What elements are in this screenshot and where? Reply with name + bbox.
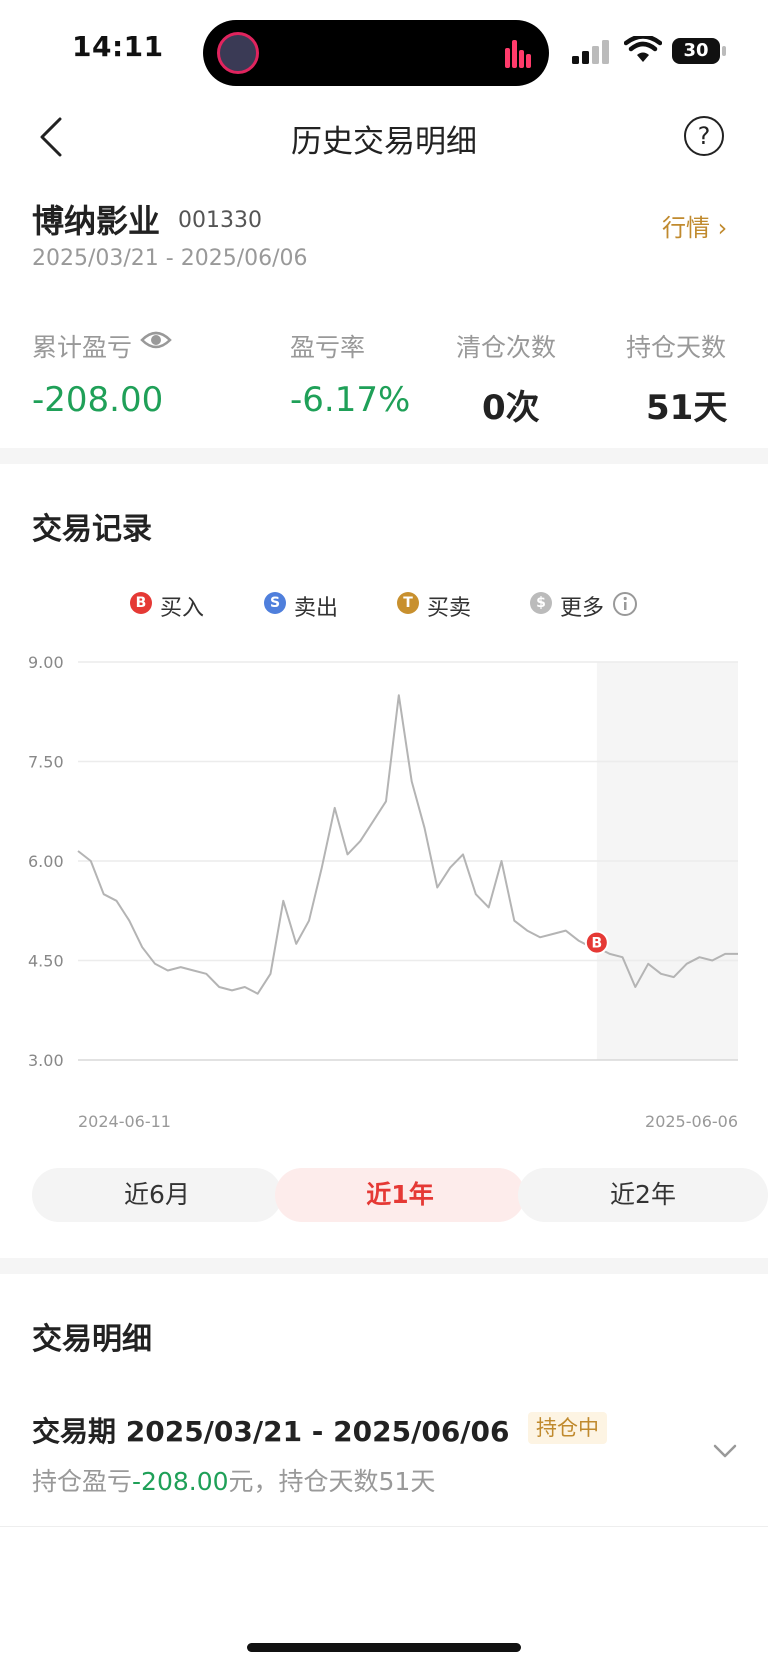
clear-count-label: 清仓次数	[456, 333, 557, 362]
y-tick-label: 4.50	[28, 952, 64, 971]
trade-summary: 持仓盈亏-208.00元，持仓天数51天	[32, 1462, 435, 1498]
records-title: 交易记录	[32, 512, 152, 547]
more-legend-icon: $	[530, 592, 552, 614]
summary-pnl: -208.00	[132, 1467, 229, 1496]
summary-suffix: 元，持仓天数51天	[228, 1467, 436, 1496]
home-indicator	[247, 1643, 521, 1652]
row-divider	[0, 1526, 768, 1527]
holding-date-range: 2025/03/21 - 2025/06/06	[32, 246, 308, 271]
battery-icon: 30	[672, 38, 720, 64]
cumulative-pnl-value: -208.00	[32, 380, 164, 420]
holding-days-value: 51天	[646, 388, 728, 428]
price-chart: 9.00 7.50 6.00 4.50 3.00 B 2024-06-11 2025-0…	[28, 653, 738, 1131]
trade-legend-label: 买卖	[427, 596, 472, 621]
trade-legend-icon: T	[397, 592, 419, 614]
pnl-rate-label: 盈亏率	[290, 333, 366, 362]
audio-bars-icon	[505, 40, 531, 68]
dynamic-island	[203, 20, 549, 86]
clear-count-value: 0次	[482, 388, 540, 428]
sell-legend-label: 卖出	[294, 596, 339, 621]
buy-legend-label: 买入	[160, 596, 205, 621]
summary-prefix: 持仓盈亏	[32, 1467, 133, 1496]
y-tick-label: 7.50	[28, 753, 64, 772]
pnl-rate-value: -6.17%	[290, 380, 411, 420]
buy-legend-icon: B	[130, 592, 152, 614]
range-2-years-button[interactable]: 近2年	[518, 1168, 768, 1222]
page-title: 历史交易明细	[291, 124, 477, 160]
avatar	[217, 32, 259, 74]
section-divider	[0, 1258, 768, 1274]
y-tick-label: 6.00	[28, 852, 64, 871]
sell-legend-icon: S	[264, 592, 286, 614]
section-divider	[0, 448, 768, 464]
range-6-months-button[interactable]: 近6月	[32, 1168, 282, 1222]
x-axis-start-label: 2024-06-11	[78, 1112, 171, 1131]
stock-code: 001330	[178, 208, 262, 233]
more-legend-label: 更多	[560, 596, 605, 621]
wifi-icon	[624, 36, 662, 62]
chevron-down-icon[interactable]	[712, 1442, 738, 1460]
holding-status-badge: 持仓中	[528, 1412, 607, 1444]
range-1-year-button[interactable]: 近1年	[275, 1168, 525, 1222]
trade-period[interactable]: 交易期 2025/03/21 - 2025/06/06	[32, 1410, 510, 1450]
holding-days-label: 持仓天数	[626, 333, 727, 362]
help-button[interactable]: ?	[684, 116, 724, 156]
status-time: 14:11	[72, 30, 164, 63]
battery-tip	[722, 46, 726, 56]
info-icon[interactable]	[612, 591, 638, 617]
quote-link[interactable]: 行情 ›	[662, 208, 727, 243]
y-tick-label: 3.00	[28, 1051, 64, 1070]
stock-name: 博纳影业	[32, 202, 161, 240]
y-tick-label: 9.00	[28, 653, 64, 672]
cumulative-pnl-label: 累计盈亏	[32, 333, 133, 362]
detail-title: 交易明细	[32, 1322, 152, 1357]
cellular-signal-icon	[572, 40, 609, 64]
x-axis-end-label: 2025-06-06	[645, 1112, 738, 1131]
eye-icon[interactable]	[140, 328, 172, 352]
buy-marker-label: B	[591, 936, 602, 952]
